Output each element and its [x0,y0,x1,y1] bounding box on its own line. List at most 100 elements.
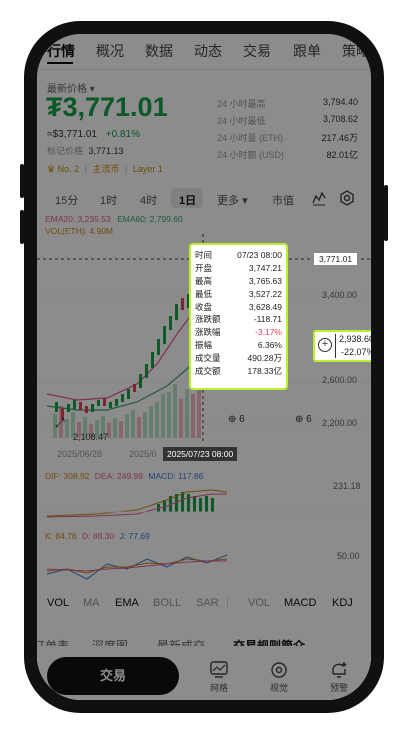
ema20-label: EMA20: 3,235.53 [45,214,111,224]
macd-chart [37,489,371,518]
vision-button[interactable]: 视觉 [259,661,299,694]
event-count: 6 [239,414,245,425]
stat-label: 24 小时量 (ETH) [217,133,284,143]
interval-1h[interactable]: 1时 [100,192,117,208]
alert-button[interactable]: 预警 [319,661,359,694]
dea-label: DEA: 249.99 [94,471,143,481]
y-axis-label: 2,600.00 [322,375,358,385]
interval-1d[interactable]: 1日 [179,192,196,208]
crosshair-price-tag[interactable]: + 2,938.60 -22.07% [313,330,371,362]
stat-value: 3,708.62 [322,114,358,124]
stat-value: 217.46万 [321,133,358,143]
mark-price-label: 标记价格 [47,146,84,156]
tooltip-row: 时间 07/23 08:00 [195,250,282,260]
eye-icon [271,662,287,678]
indicator-tab-ma[interactable]: MA [83,597,100,609]
tooltip-row: 成交量 490.28万 [195,353,282,364]
add-order-icon[interactable]: + [318,338,332,352]
stat-value: 82.01亿 [326,150,358,160]
grid-label: 网格 [209,683,228,693]
macd-legend: DIF: 308.92 DEA: 249.99 MACD: 117.86 [45,471,204,481]
tooltip-row: 收盘 3,628.49 [195,301,282,312]
stat-value: 3,794.40 [322,97,358,107]
dif-label: DIF: 308.92 [45,471,90,481]
active-tab-underline [47,62,73,64]
usd-price: ≈$3,771.01 [47,129,97,140]
tab-strategy[interactable]: 策略 [342,41,370,61]
crosshair-price: 2,938.60 [339,334,371,344]
y-axis-label: 3,400.00 [322,290,358,300]
current-price-tag: 3,771.01 [313,252,358,266]
usd-price-row: ≈$3,771.01 +0.81% [47,129,140,140]
indicator-settings-icon[interactable] [311,190,327,211]
expand-icon[interactable]: ⤢ [55,416,65,431]
indicator-tab-ema[interactable]: EMA [115,597,139,609]
alert-label: 预警 [329,683,348,693]
bell-plus-icon [332,662,347,678]
tooltip-row: 开盘 3,747.21 [195,262,282,273]
stat-label: 24 小时额 (USD) [217,150,285,160]
mark-price-value: 3,771.13 [88,146,124,156]
x-axis-date: 2025/06/28 [57,449,103,459]
tab-market[interactable]: 行情 [47,41,75,61]
crosshair-date-tag: 2025/07/23 08:00 [163,447,238,461]
crown-icon: ♛ [47,164,56,174]
x-axis-date: 2025/0 [129,449,157,459]
macd-label: MACD: 117.86 [148,471,204,481]
grid-icon [210,661,228,678]
crosshair-change: -22.07% [341,347,371,357]
gear-icon[interactable] [339,190,355,211]
interval-more[interactable]: 更多 ▾ [217,192,248,208]
tag-divider [335,334,336,358]
price-change: +0.81% [105,129,140,140]
grid-bot-button[interactable]: 网格 [199,661,239,694]
caret-down-icon: ▾ [242,195,248,207]
indicator-tab-macd[interactable]: MACD [284,597,316,609]
side-button [20,210,24,244]
ema20-line [46,303,204,401]
tab-overview[interactable]: 概况 [96,41,124,61]
ema-legend: EMA20: 3,235.53 EMA60: 2,799.60 [45,214,183,224]
tooltip-row: 最高 3,765.63 [195,275,282,286]
last-price: ₮3,771.01 [46,92,168,122]
tab-data[interactable]: 数据 [145,41,173,61]
tag-layer1[interactable]: Layer 1 [133,164,163,174]
indicator-tab-sar[interactable]: SAR [196,597,219,609]
side-button [20,164,24,198]
stat-label: 24 小时最高 [217,99,266,109]
power-button [384,185,388,241]
globe-icon: ⊕ [295,414,304,425]
vision-label: 视觉 [269,683,288,693]
indicator-tab-kdj[interactable]: KDJ [332,597,353,609]
tab-trade[interactable]: 交易 [243,41,271,61]
tooltip-row: 成交额 178.33亿 [195,366,282,377]
event-badge[interactable]: ⊕ 6 [228,414,245,425]
min-price-label: 2,108.47 [73,432,109,442]
tooltip-row: 最低 3,527.22 [195,288,282,299]
event-badge[interactable]: ⊕ 6 [295,414,312,425]
y-axis-label: 2,200.00 [322,418,358,428]
interval-15m[interactable]: 15分 [55,192,78,208]
tooltip-row: 涨跌幅 -3.17% [195,327,282,338]
tags-row: ♛ No. 2 | 主流币 | Layer 1 [47,164,163,174]
indicator-tab-vol[interactable]: VOL [47,597,69,609]
tab-copy[interactable]: 跟单 [293,41,321,61]
app-screen: 行情 概况 数据 动态 交易 跟单 策略 最新价格 ▾ ₮3,771.01 ≈$… [37,34,371,700]
indicator-tab-vol2[interactable]: VOL [248,597,270,609]
candle-tooltip: 时间 07/23 08:00 开盘 3,747.21 最高 3,765.63 最低 3,… [189,243,288,390]
globe-icon: ⊕ [228,414,237,425]
tab-news[interactable]: 动态 [194,41,222,61]
indicator-tab-boll[interactable]: BOLL [153,597,181,609]
rank-badge: No. 2 [57,164,80,174]
market-cap-toggle[interactable]: 市值 [272,192,294,208]
indicator-divider [227,596,228,608]
event-count: 6 [306,414,312,425]
kdj-chart [46,554,228,580]
ema60-label: EMA60: 2,799.60 [117,214,183,224]
mark-price-row: 标记价格 3,771.13 [47,144,124,157]
tag-mainstream[interactable]: 主流币 [92,164,119,174]
tooltip-row: 振幅 6.36% [195,340,282,351]
tab-divider [37,69,371,70]
interval-4h[interactable]: 4时 [140,192,157,208]
trade-button[interactable]: 交易 [47,657,179,695]
